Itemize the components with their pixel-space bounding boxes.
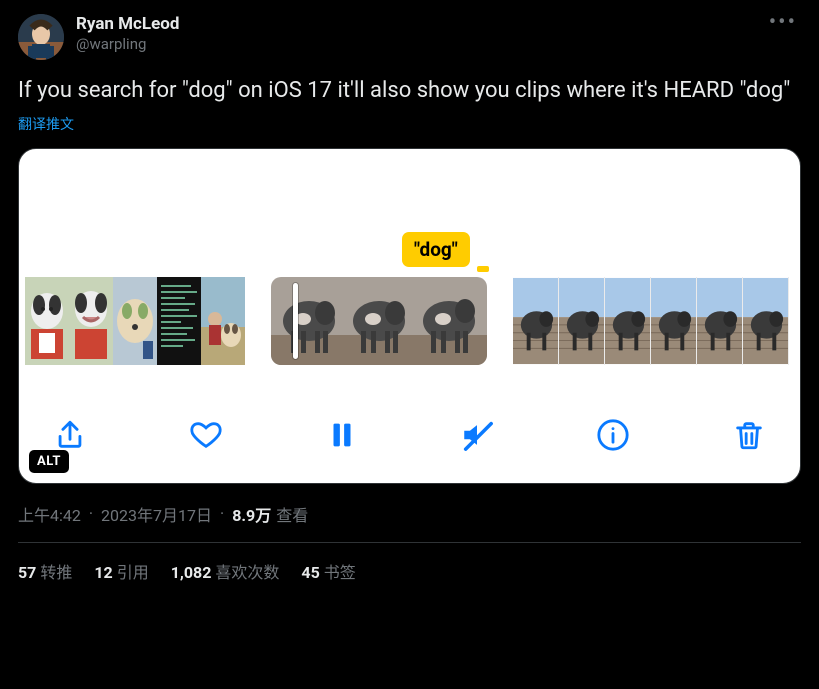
likes-stat[interactable]: 1,082喜欢次数 — [171, 559, 280, 583]
clip-thumbnail[interactable] — [201, 277, 245, 365]
alt-badge[interactable]: ALT — [29, 450, 69, 473]
bookmarks-stat[interactable]: 45 书签 — [301, 559, 355, 583]
clip-group[interactable] — [25, 277, 245, 365]
mute-icon[interactable] — [460, 418, 494, 452]
clip-thumbnail[interactable] — [415, 277, 487, 365]
clip-thumbnail[interactable] — [651, 277, 697, 365]
views-count[interactable]: 8.9万 — [232, 502, 271, 526]
tweet-stats: 57转推 12 引用 1,082喜欢次数 45 书签 — [18, 543, 801, 583]
display-name[interactable]: Ryan McLeod — [76, 14, 179, 35]
translate-link[interactable]: 翻译推文 — [18, 114, 801, 134]
bookmarks-count: 45 — [301, 563, 319, 582]
info-icon[interactable] — [596, 418, 630, 452]
meta-separator — [86, 504, 96, 523]
meta-separator — [217, 504, 227, 523]
tweet-header: Ryan McLeod @warpling — [18, 14, 801, 60]
heart-icon[interactable] — [189, 418, 223, 452]
quotes-label: 引用 — [117, 563, 149, 582]
tweet-time[interactable]: 上午4:42 — [18, 502, 81, 526]
tweet-meta: 上午4:42 2023年7月17日 8.9万 查看 — [18, 502, 801, 526]
clip-thumbnail[interactable] — [343, 277, 415, 365]
trash-icon[interactable] — [732, 418, 766, 452]
more-options-icon[interactable]: ••• — [769, 10, 797, 35]
tweet-date[interactable]: 2023年7月17日 — [101, 502, 212, 526]
retweets-stat[interactable]: 57转推 — [18, 559, 72, 583]
likes-count: 1,082 — [171, 563, 212, 582]
likes-label: 喜欢次数 — [215, 563, 279, 582]
share-icon[interactable] — [53, 418, 87, 452]
quotes-count: 12 — [94, 563, 112, 582]
handle[interactable]: @warpling — [76, 35, 179, 54]
media-toolbar — [19, 405, 800, 465]
clip-thumbnail[interactable] — [271, 277, 343, 365]
clip-thumbnail[interactable] — [605, 277, 651, 365]
clip-thumbnail[interactable] — [697, 277, 743, 365]
playhead-marker — [477, 266, 489, 272]
clip-group-active[interactable] — [271, 277, 487, 365]
author-names: Ryan McLeod @warpling — [76, 14, 179, 54]
clip-thumbnail[interactable] — [25, 277, 69, 365]
bookmarks-label: 书签 — [324, 563, 356, 582]
caption-tooltip: "dog" — [402, 232, 470, 267]
video-timeline[interactable] — [19, 277, 800, 365]
views-label: 查看 — [276, 502, 308, 526]
retweets-label: 转推 — [40, 563, 72, 582]
clip-group[interactable] — [513, 277, 789, 365]
clip-thumbnail[interactable] — [513, 277, 559, 365]
media-attachment[interactable]: "dog" — [18, 148, 801, 484]
tweet-text: If you search for "dog" on iOS 17 it'll … — [18, 76, 801, 106]
clip-thumbnail[interactable] — [113, 277, 157, 365]
clip-thumbnail[interactable] — [157, 277, 201, 365]
retweets-count: 57 — [18, 563, 36, 582]
avatar[interactable] — [18, 14, 64, 60]
clip-thumbnail[interactable] — [69, 277, 113, 365]
quotes-stat[interactable]: 12 引用 — [94, 559, 148, 583]
playhead[interactable] — [293, 283, 298, 359]
pause-icon[interactable] — [325, 418, 359, 452]
clip-thumbnail[interactable] — [743, 277, 789, 365]
tweet-container: Ryan McLeod @warpling ••• If you search … — [0, 0, 819, 583]
clip-thumbnail[interactable] — [559, 277, 605, 365]
